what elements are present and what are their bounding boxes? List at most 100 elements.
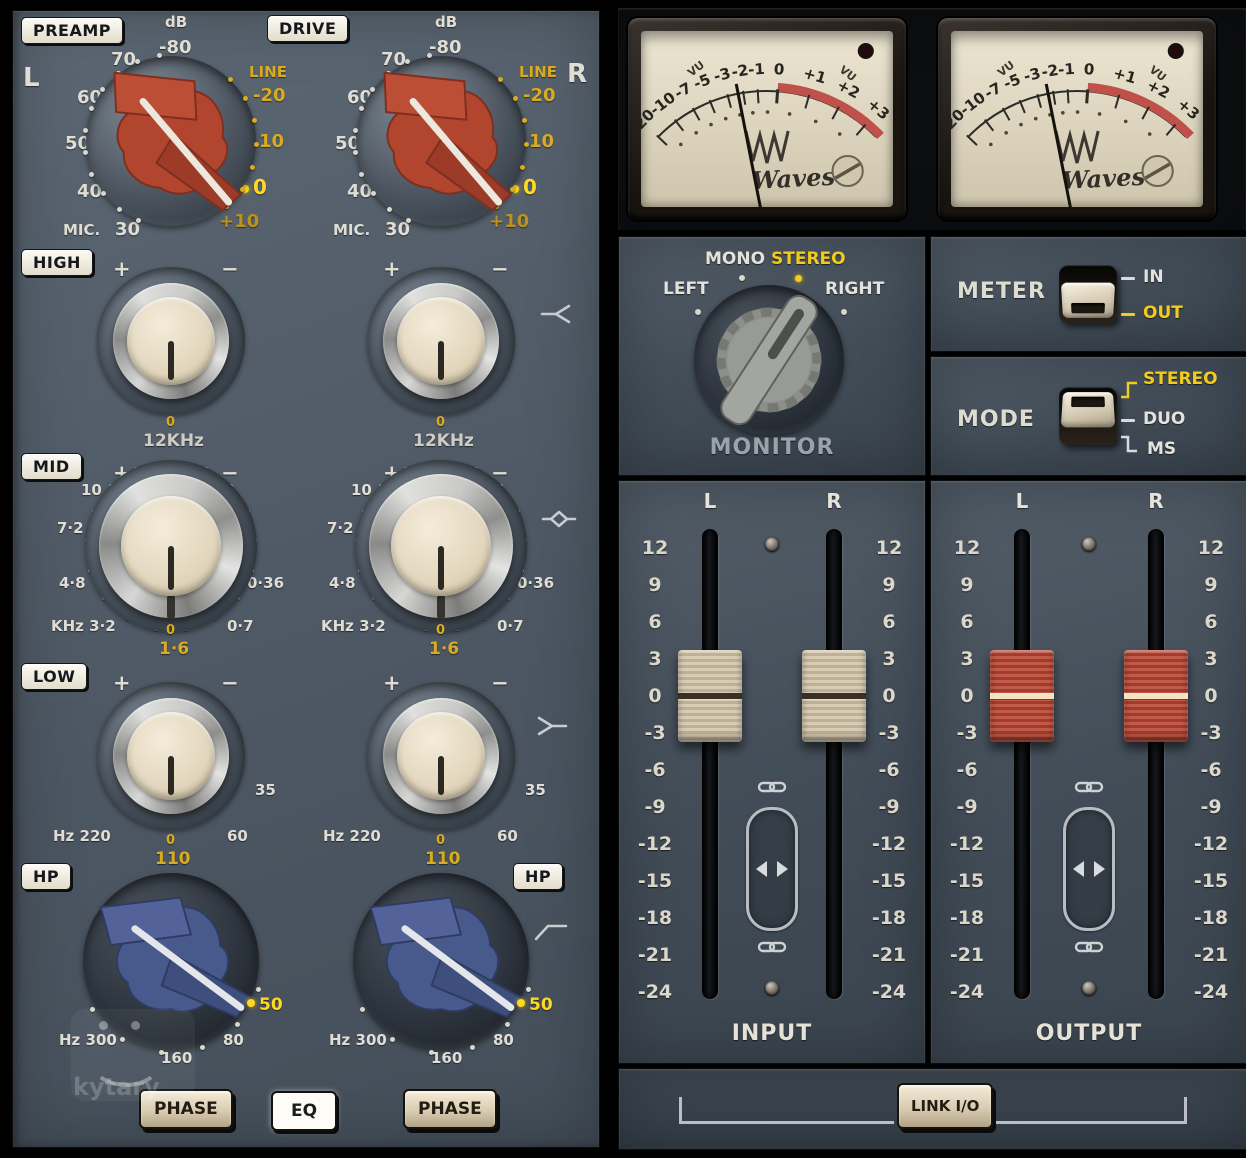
low-scale-220: Hz 220 — [323, 827, 381, 845]
output-fader-track-left[interactable] — [1014, 529, 1030, 999]
mid-knob[interactable] — [85, 460, 257, 632]
low-gain-knob[interactable] — [97, 682, 245, 830]
channel-strip-panel: PREAMP DRIVE HIGH MID LOW HP HP L dB -80… — [12, 10, 600, 1148]
link-io-button[interactable]: LINK I/O — [897, 1083, 993, 1129]
vu-meter-strip: -20-10-7-5-3-2-10+1+2+3VUVUWaves -20-10-… — [618, 8, 1246, 230]
eq-button[interactable]: EQ — [271, 1091, 337, 1131]
mid-scale-10: 10 — [351, 481, 372, 499]
low-scale-35: 35 — [255, 781, 276, 799]
output-balance-control[interactable] — [1063, 807, 1115, 931]
balance-right-arrow-icon — [777, 861, 788, 877]
hp-freq-value: 50 — [529, 995, 553, 1015]
mid-freq-value: 1·6 — [429, 639, 459, 659]
meter-option-in[interactable]: IN — [1143, 267, 1164, 287]
output-link-bottom-icon[interactable] — [1074, 939, 1104, 959]
balance-left-arrow-icon — [1073, 861, 1084, 877]
vu-meter-left: -20-10-7-5-3-2-10+1+2+3VUVUWaves — [628, 18, 906, 220]
svg-text:-1: -1 — [747, 60, 765, 79]
mid-value: 0 — [166, 623, 175, 638]
preamp-gain-knob[interactable] — [341, 41, 541, 241]
meter-rocker-cap — [1061, 283, 1115, 318]
mid-scale-07: 0·7 — [497, 617, 524, 635]
monitor-knob[interactable] — [689, 280, 849, 440]
high-gain-knob[interactable] — [367, 267, 515, 415]
output-link-top-icon[interactable] — [1074, 779, 1104, 799]
output-led-top — [1082, 537, 1096, 551]
mode-rocker-slot — [1071, 397, 1105, 407]
output-left-label: L — [1007, 489, 1037, 513]
meter-option-out[interactable]: OUT — [1143, 303, 1183, 323]
channel-letter: R — [567, 59, 587, 89]
input-fader-track-left[interactable] — [702, 529, 718, 999]
mode-title: MODE — [957, 407, 1035, 432]
input-led-top — [765, 537, 779, 551]
mid-scale-10: 10 — [81, 481, 102, 499]
hp-scale-300: Hz 300 — [329, 1031, 387, 1049]
phase-button-right[interactable]: PHASE — [403, 1089, 497, 1129]
db-label: dB — [165, 13, 187, 31]
mode-duo-tick — [1121, 419, 1135, 422]
monitor-option-stereo[interactable]: STEREO — [771, 249, 846, 269]
meter-rocker-switch[interactable] — [1059, 265, 1117, 323]
bell-icon — [541, 507, 577, 531]
link-io-strip: LINK I/O — [618, 1068, 1246, 1150]
input-balance-control[interactable] — [746, 807, 798, 931]
high-freq-label: 12KHz — [143, 431, 204, 451]
mid-knob[interactable] — [355, 460, 527, 632]
high-freq-label: 12KHz — [413, 431, 474, 451]
input-fader-left[interactable] — [678, 650, 742, 742]
input-left-label: L — [695, 489, 725, 513]
input-link-top-icon[interactable] — [757, 779, 787, 799]
input-led-bottom — [765, 981, 779, 995]
mid-knob-pointer — [438, 546, 444, 590]
svg-text:Waves: Waves — [751, 162, 837, 195]
high-plus-label: + — [113, 257, 131, 281]
channel-letter: L — [23, 63, 40, 93]
output-fader-left[interactable] — [990, 650, 1054, 742]
mode-rocker-cap — [1061, 392, 1115, 427]
high-shelf-icon — [539, 301, 575, 327]
high-gain-knob[interactable] — [97, 267, 245, 415]
output-fader-right[interactable] — [1124, 650, 1188, 742]
mode-option-ms[interactable]: MS — [1147, 439, 1176, 459]
mode-option-duo[interactable]: DUO — [1143, 409, 1185, 429]
low-shelf-icon — [533, 713, 569, 739]
low-scale-220: Hz 220 — [53, 827, 111, 845]
monitor-option-mono[interactable]: MONO — [705, 249, 765, 269]
low-knob-cap — [397, 712, 485, 800]
low-scale-60: 60 — [497, 827, 518, 845]
mid-gain-cap — [391, 496, 491, 596]
watermark-text: kytary — [73, 1073, 160, 1101]
hp-freq-value: 50 — [259, 995, 283, 1015]
high-knob-cap — [397, 297, 485, 385]
mid-scale-72: 7·2 — [327, 519, 354, 537]
mid-scale-48: 4·8 — [329, 574, 356, 592]
meter-in-tick — [1121, 277, 1135, 280]
hp-scale-160: 160 — [431, 1049, 462, 1067]
mode-option-stereo[interactable]: STEREO — [1143, 369, 1218, 389]
mid-freq-value: 1·6 — [159, 639, 189, 659]
mode-rocker-switch[interactable] — [1059, 387, 1117, 445]
hp-selected-dot — [247, 999, 255, 1007]
mid-scale-72: 7·2 — [57, 519, 84, 537]
output-fader-track-right[interactable] — [1148, 529, 1164, 999]
output-title: OUTPUT — [931, 1021, 1246, 1046]
low-gain-knob[interactable] — [367, 682, 515, 830]
input-fader-track-right[interactable] — [826, 529, 842, 999]
mid-value: 0 — [436, 623, 445, 638]
meter-rocker-slot — [1071, 303, 1105, 313]
hp-selected-dot — [517, 999, 525, 1007]
svg-text:0: 0 — [773, 60, 785, 79]
vu-face: -20-10-7-5-3-2-10+1+2+3VUVUWaves — [641, 31, 893, 207]
mode-stereo-step-icon — [1119, 375, 1139, 401]
input-link-bottom-icon[interactable] — [757, 939, 787, 959]
mid-scale-036: 0·36 — [247, 574, 284, 592]
high-value: 0 — [436, 415, 445, 430]
svg-text:0: 0 — [1083, 60, 1095, 79]
input-fader-right[interactable] — [802, 650, 866, 742]
plugin-window: PREAMP DRIVE HIGH MID LOW HP HP L dB -80… — [0, 0, 1246, 1158]
low-minus-label: − — [221, 671, 239, 695]
mid-gain-cap — [121, 496, 221, 596]
preamp-gain-knob[interactable] — [71, 41, 271, 241]
balance-right-arrow-icon — [1094, 861, 1105, 877]
